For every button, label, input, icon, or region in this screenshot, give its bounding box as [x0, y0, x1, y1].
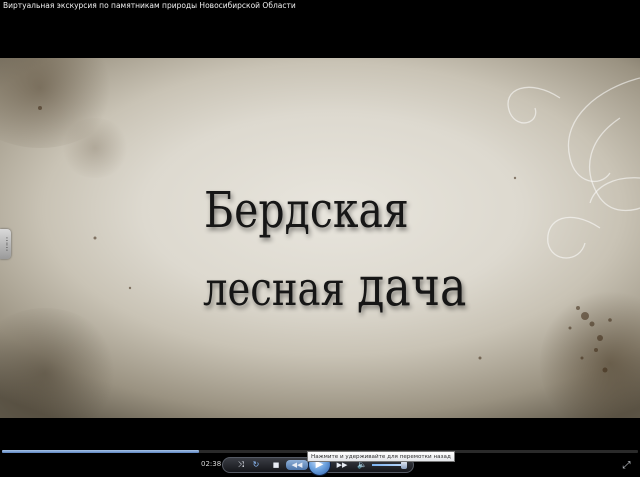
- rewind-tooltip: Нажмите и удерживайте для перемотки наза…: [307, 451, 455, 462]
- slide-word-lesnaya: лесная: [203, 262, 345, 317]
- shuffle-icon[interactable]: ⤨: [235, 458, 247, 472]
- elapsed-time: 02:38: [201, 460, 222, 468]
- seek-progress: [2, 450, 200, 453]
- volume-level: [372, 464, 402, 466]
- slide-title-line1: Бердская: [204, 181, 409, 239]
- side-panel-handle[interactable]: ⋮ ⋮: [0, 229, 11, 259]
- stop-icon[interactable]: ■: [270, 458, 282, 472]
- fullscreen-icon[interactable]: ⤢: [621, 460, 632, 471]
- video-area[interactable]: Бердская лесная дача: [0, 58, 640, 418]
- window-title: Виртуальная экскурсия по памятникам прир…: [3, 1, 296, 10]
- grip-icon: ⋮ ⋮: [3, 236, 11, 252]
- rewind-icon[interactable]: ◀◀: [288, 458, 306, 472]
- slide-title-line2: лесная дача: [203, 255, 466, 318]
- repeat-icon[interactable]: ↻: [250, 458, 262, 472]
- slide-word-dacha: дача: [357, 255, 467, 318]
